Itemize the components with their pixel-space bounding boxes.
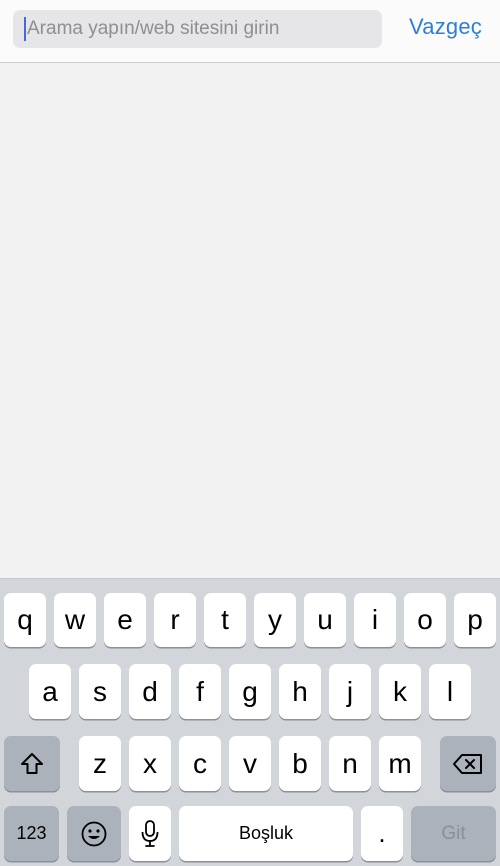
- key-d[interactable]: d: [129, 664, 171, 719]
- key-u[interactable]: u: [304, 593, 346, 647]
- key-w[interactable]: w: [54, 593, 96, 647]
- key-v[interactable]: v: [229, 736, 271, 791]
- key-e[interactable]: e: [104, 593, 146, 647]
- numbers-key[interactable]: 123: [4, 806, 59, 861]
- key-q[interactable]: q: [4, 593, 46, 647]
- backspace-key[interactable]: [440, 736, 496, 791]
- key-x[interactable]: x: [129, 736, 171, 791]
- search-input[interactable]: [27, 18, 382, 40]
- browser-top-bar: Vazgeç: [0, 0, 500, 63]
- cancel-button[interactable]: Vazgeç: [409, 14, 482, 40]
- onscreen-keyboard: q w e r t y u i o p a s d f g h j k l z …: [0, 578, 500, 866]
- key-i[interactable]: i: [354, 593, 396, 647]
- empty-content-area: [0, 63, 500, 578]
- key-r[interactable]: r: [154, 593, 196, 647]
- microphone-icon: [140, 819, 160, 849]
- key-y[interactable]: y: [254, 593, 296, 647]
- key-c[interactable]: c: [179, 736, 221, 791]
- key-h[interactable]: h: [279, 664, 321, 719]
- emoji-key[interactable]: [67, 806, 121, 861]
- shift-icon: [19, 751, 45, 777]
- key-z[interactable]: z: [79, 736, 121, 791]
- key-a[interactable]: a: [29, 664, 71, 719]
- key-g[interactable]: g: [229, 664, 271, 719]
- address-search-bar[interactable]: [13, 10, 382, 48]
- go-key[interactable]: Git: [411, 806, 496, 861]
- shift-key[interactable]: [4, 736, 60, 791]
- key-f[interactable]: f: [179, 664, 221, 719]
- key-m[interactable]: m: [379, 736, 421, 791]
- emoji-icon: [80, 820, 108, 848]
- key-o[interactable]: o: [404, 593, 446, 647]
- key-k[interactable]: k: [379, 664, 421, 719]
- backspace-icon: [452, 752, 484, 776]
- text-cursor: [24, 17, 26, 41]
- key-j[interactable]: j: [329, 664, 371, 719]
- key-s[interactable]: s: [79, 664, 121, 719]
- key-t[interactable]: t: [204, 593, 246, 647]
- key-l[interactable]: l: [429, 664, 471, 719]
- key-b[interactable]: b: [279, 736, 321, 791]
- key-p[interactable]: p: [454, 593, 496, 647]
- period-key[interactable]: .: [361, 806, 403, 861]
- space-key[interactable]: Boşluk: [179, 806, 353, 861]
- dictation-key[interactable]: [129, 806, 171, 861]
- key-n[interactable]: n: [329, 736, 371, 791]
